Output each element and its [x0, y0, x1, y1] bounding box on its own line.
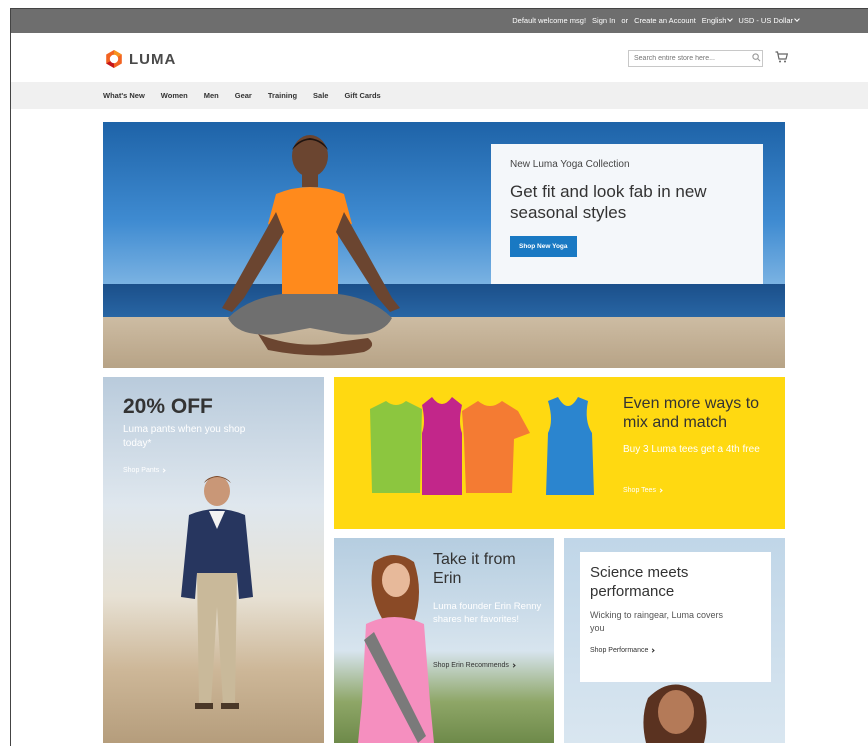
or-text: or [621, 16, 629, 25]
chevron-right-icon [650, 648, 655, 653]
chevron-right-icon [511, 663, 516, 668]
erin-desc: Luma founder Erin Renny shares her favor… [433, 601, 542, 625]
nav-item-gear[interactable]: Gear [235, 91, 252, 100]
shop-tees-link[interactable]: Shop Tees [623, 487, 663, 494]
shop-erin-label: Shop Erin Recommends [433, 662, 509, 669]
shop-pants-link[interactable]: Shop Pants [123, 467, 166, 474]
cart-icon[interactable] [775, 51, 788, 63]
nav-item-whats-new[interactable]: What's New [103, 91, 145, 100]
chevron-right-icon [161, 468, 166, 473]
logo[interactable]: LUMA [104, 49, 176, 69]
tile-performance[interactable]: Science meets performance Wicking to rai… [564, 538, 785, 743]
shop-new-yoga-button[interactable]: Shop New Yoga [510, 236, 577, 257]
hero-banner[interactable]: New Luma Yoga Collection Get fit and loo… [103, 122, 785, 368]
tees-headline: Even more ways to mix and match [623, 395, 760, 431]
tile-erin[interactable]: Take it from Erin Luma founder Erin Renn… [334, 538, 554, 743]
currency-switcher[interactable]: USD - US Dollar [738, 16, 800, 25]
pants-headline: 20% OFF [123, 395, 213, 418]
nav-item-gift-cards[interactable]: Gift Cards [344, 91, 380, 100]
pants-desc: Luma pants when you shop today* [123, 424, 246, 449]
welcome-message: Default welcome msg! [512, 16, 587, 25]
nav-item-women[interactable]: Women [161, 91, 188, 100]
nav-item-men[interactable]: Men [204, 91, 219, 100]
chevron-right-icon [658, 488, 663, 493]
hero-subtitle: New Luma Yoga Collection [510, 159, 630, 170]
performance-model-image [643, 684, 707, 743]
nav-item-sale[interactable]: Sale [313, 91, 328, 100]
page-frame: Default welcome msg! Sign In or Create a… [10, 8, 868, 746]
create-account-link[interactable]: Create an Account [634, 16, 696, 25]
language-label: English [701, 16, 727, 25]
sign-in-link[interactable]: Sign In [592, 16, 615, 25]
shop-tees-label: Shop Tees [623, 487, 656, 494]
tees-image [370, 397, 594, 495]
performance-desc: Wicking to raingear, Luma covers you [590, 610, 724, 633]
luma-logo-icon [106, 50, 122, 68]
tile-tees[interactable]: Even more ways to mix and match Buy 3 Lu… [334, 377, 785, 529]
hero-promo-box: New Luma Yoga Collection Get fit and loo… [491, 144, 763, 284]
pants-model-image [181, 476, 253, 709]
currency-label: USD - US Dollar [738, 16, 793, 25]
chevron-down-icon [727, 16, 734, 22]
hero-headline: Get fit and look fab in new seasonal sty… [510, 182, 707, 222]
tees-desc: Buy 3 Luma tees get a 4th free [623, 444, 760, 455]
shop-pants-label: Shop Pants [123, 467, 160, 474]
shop-performance-label: Shop Performance [590, 647, 649, 654]
language-switcher[interactable]: English [701, 16, 734, 25]
header: LUMA [11, 33, 868, 82]
performance-headline: Science meets performance [590, 564, 689, 600]
shop-erin-link[interactable]: Shop Erin Recommends [433, 662, 516, 669]
main-nav: What's New Women Men Gear Training Sale … [11, 82, 868, 109]
shop-performance-link[interactable]: Shop Performance [590, 647, 761, 654]
erin-model-image [358, 555, 434, 743]
nav-item-training[interactable]: Training [268, 91, 297, 100]
top-links: Default welcome msg! Sign In or Create a… [512, 16, 800, 25]
search-input[interactable] [628, 50, 763, 67]
performance-box: Science meets performance Wicking to rai… [580, 552, 771, 682]
chevron-down-icon [794, 16, 800, 22]
erin-headline: Take it from Erin [433, 551, 516, 587]
logo-text: LUMA [129, 50, 177, 68]
top-bar: Default welcome msg! Sign In or Create a… [11, 9, 868, 33]
search-icon[interactable] [752, 53, 761, 62]
yoga-model-image [222, 135, 400, 356]
tile-pants[interactable]: 20% OFF Luma pants when you shop today* … [103, 377, 324, 743]
